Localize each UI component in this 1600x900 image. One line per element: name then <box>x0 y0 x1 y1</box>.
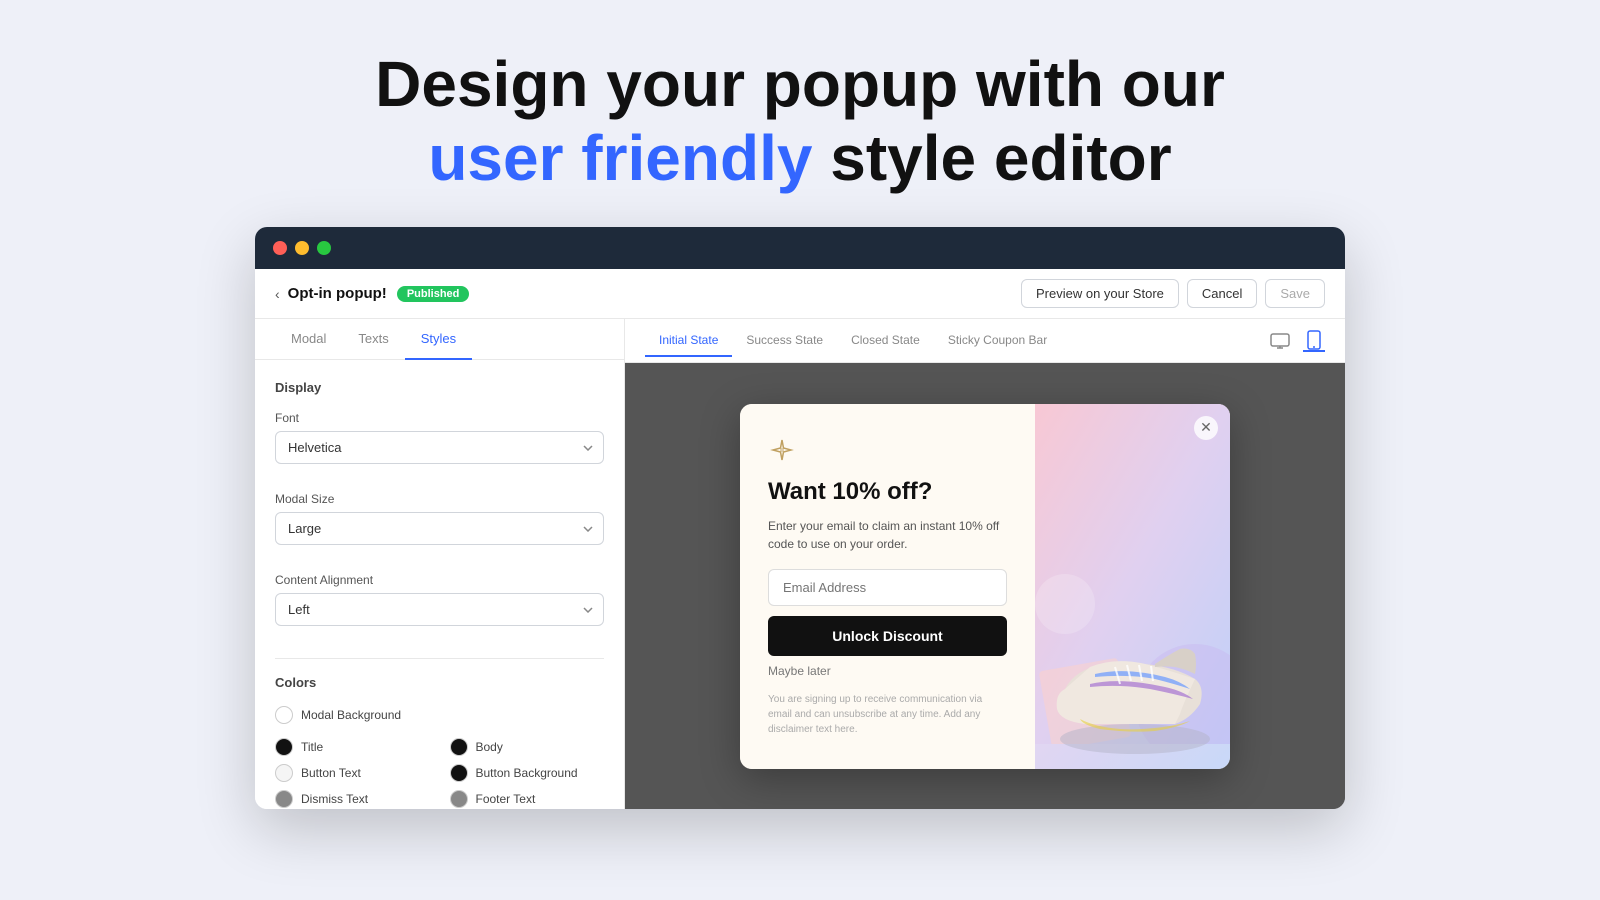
minimize-window-button[interactable] <box>295 241 309 255</box>
footer-label: Footer Text <box>476 792 536 806</box>
cancel-button[interactable]: Cancel <box>1187 279 1257 308</box>
modal-size-select[interactable]: Large Medium Small <box>275 512 604 545</box>
color-item-title: Title <box>275 738 430 756</box>
left-panel: Modal Texts Styles Display Font Helvetic… <box>255 319 625 809</box>
main-layout: Modal Texts Styles Display Font Helvetic… <box>255 319 1345 809</box>
modal-size-field: Modal Size Large Medium Small <box>275 492 604 561</box>
hero-rest-text: style editor <box>812 122 1171 194</box>
color-item-body: Body <box>450 738 605 756</box>
tab-styles[interactable]: Styles <box>405 319 472 360</box>
modal-close-button[interactable]: ✕ <box>1194 416 1218 440</box>
body-color-label: Body <box>476 740 503 754</box>
popup-title: Opt-in popup! <box>288 285 387 302</box>
body-color-swatch[interactable] <box>450 738 468 756</box>
font-label: Font <box>275 411 604 425</box>
modal-heading: Want 10% off? <box>768 478 1007 507</box>
preview-area: ✕ Want 10% off? Enter your email to clai… <box>625 363 1345 809</box>
modal-sparkle-icon <box>768 436 1007 470</box>
state-tab-coupon[interactable]: Sticky Coupon Bar <box>934 325 1061 357</box>
color-item-button-bg: Button Background <box>450 764 605 782</box>
top-bar: ‹ Opt-in popup! Published Preview on you… <box>255 269 1345 319</box>
modal-left-content: Want 10% off? Enter your email to claim … <box>740 404 1035 769</box>
tab-texts[interactable]: Texts <box>342 319 404 360</box>
tab-modal[interactable]: Modal <box>275 319 342 360</box>
hero-blue-text: user friendly <box>428 122 812 194</box>
published-badge: Published <box>397 286 470 302</box>
modal-bg-color-row: Modal Background <box>275 706 604 724</box>
email-input[interactable] <box>768 569 1007 606</box>
dismiss-swatch[interactable] <box>275 790 293 808</box>
back-icon: ‹ <box>275 286 280 302</box>
right-panel: Initial State Success State Closed State… <box>625 319 1345 809</box>
modal-body-text: Enter your email to claim an instant 10%… <box>768 517 1007 553</box>
font-field: Font Helvetica Arial Georgia <box>275 411 604 480</box>
state-tab-initial[interactable]: Initial State <box>645 325 732 357</box>
panel-content: Display Font Helvetica Arial Georgia Mod… <box>255 360 624 809</box>
font-select[interactable]: Helvetica Arial Georgia <box>275 431 604 464</box>
color-item-button-text: Button Text <box>275 764 430 782</box>
maximize-window-button[interactable] <box>317 241 331 255</box>
back-button[interactable]: ‹ <box>275 286 280 302</box>
divider <box>275 658 604 659</box>
color-grid: Title Body Button Text <box>275 738 604 809</box>
modal-disclaimer: You are signing up to receive communicat… <box>768 692 1007 737</box>
editor-tabs: Modal Texts Styles <box>255 319 624 360</box>
color-item-dismiss: Dismiss Text <box>275 790 430 808</box>
modal-size-label: Modal Size <box>275 492 604 506</box>
title-color-label: Title <box>301 740 323 754</box>
hero-section: Design your popup with our user friendly… <box>0 0 1600 227</box>
close-window-button[interactable] <box>273 241 287 255</box>
button-bg-swatch[interactable] <box>450 764 468 782</box>
app-content: ‹ Opt-in popup! Published Preview on you… <box>255 269 1345 809</box>
browser-window: ‹ Opt-in popup! Published Preview on you… <box>255 227 1345 809</box>
colors-section: Colors Modal Background Title <box>275 675 604 809</box>
display-section-title: Display <box>275 380 604 395</box>
mobile-icon[interactable] <box>1303 330 1325 352</box>
sneaker-illustration <box>1035 509 1230 769</box>
state-tab-closed[interactable]: Closed State <box>837 325 934 357</box>
modal-bg-swatch[interactable] <box>275 706 293 724</box>
unlock-discount-button[interactable]: Unlock Discount <box>768 616 1007 656</box>
device-icons <box>1269 330 1325 352</box>
dismiss-label: Dismiss Text <box>301 792 368 806</box>
dismiss-link[interactable]: Maybe later <box>768 664 1007 678</box>
button-text-swatch[interactable] <box>275 764 293 782</box>
color-item-footer: Footer Text <box>450 790 605 808</box>
button-text-label: Button Text <box>301 766 361 780</box>
modal-bg-label: Modal Background <box>301 708 401 722</box>
title-color-swatch[interactable] <box>275 738 293 756</box>
preview-top-bar: Initial State Success State Closed State… <box>625 319 1345 363</box>
button-bg-label: Button Background <box>476 766 578 780</box>
state-tab-success[interactable]: Success State <box>732 325 837 357</box>
modal-image-area <box>1035 404 1230 769</box>
modal-popup: ✕ Want 10% off? Enter your email to clai… <box>740 404 1230 769</box>
state-tabs: Initial State Success State Closed State… <box>645 325 1061 356</box>
title-bar <box>255 227 1345 269</box>
hero-line1: Design your popup with our <box>375 48 1225 120</box>
content-align-select[interactable]: Left Center Right <box>275 593 604 626</box>
content-align-label: Content Alignment <box>275 573 604 587</box>
top-bar-actions: Preview on your Store Cancel Save <box>1021 279 1325 308</box>
save-button[interactable]: Save <box>1265 279 1325 308</box>
colors-section-title: Colors <box>275 675 604 690</box>
footer-swatch[interactable] <box>450 790 468 808</box>
preview-store-button[interactable]: Preview on your Store <box>1021 279 1179 308</box>
desktop-icon[interactable] <box>1269 330 1291 352</box>
content-align-field: Content Alignment Left Center Right <box>275 573 604 642</box>
